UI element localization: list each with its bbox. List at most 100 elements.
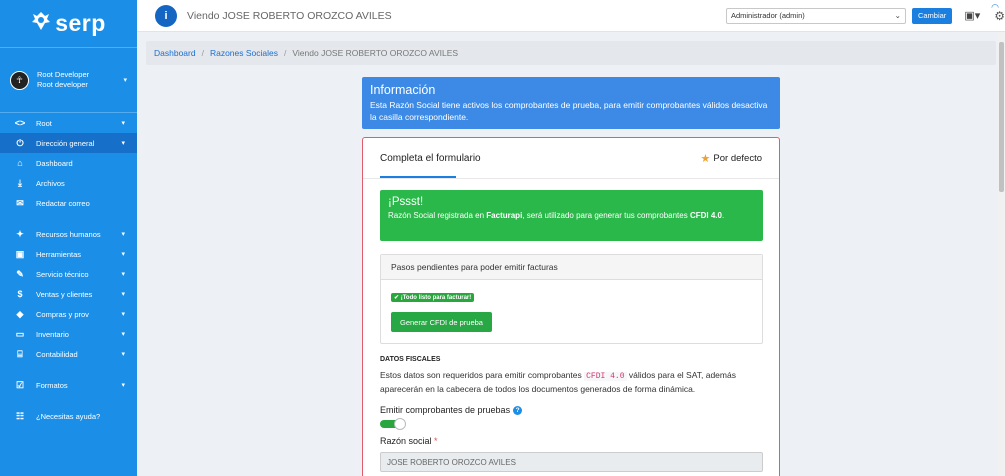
sidebar: serp ☥ Root Developer Root developer ▾ <…: [0, 0, 137, 476]
sidebar-item-ventas-y-clientes[interactable]: $ Ventas y clientes ▾: [0, 284, 137, 304]
razon-social-input[interactable]: JOSE ROBERTO OROZCO AVILES: [380, 452, 763, 472]
sidebar-item-label: Redactar correo: [36, 198, 90, 208]
sidebar-item-label: Contabilidad: [36, 349, 78, 359]
sidebar-icon: ✉: [16, 197, 24, 208]
info-alert: Información Esta Razón Social tiene acti…: [362, 77, 780, 129]
info-icon[interactable]: i: [155, 4, 177, 27]
sidebar-item-label: Compras y prov: [36, 309, 89, 319]
card-header: Completa el formulario ★ Por defecto: [363, 138, 779, 178]
sidebar-item-archivos[interactable]: ⤓ Archivos: [0, 173, 137, 193]
avatar: ☥: [10, 70, 29, 90]
chevron-down-icon: ▾: [121, 251, 125, 258]
success-alert: ¡Pssst! Razón Social registrada en Factu…: [380, 190, 763, 241]
scrollbar-thumb[interactable]: [999, 42, 1004, 192]
sidebar-item-label: Servicio técnico: [36, 269, 89, 279]
divider: [363, 178, 779, 179]
success-text-end: .: [721, 211, 725, 220]
success-text-facturapi: Facturapi: [486, 211, 523, 220]
breadcrumb-dashboard[interactable]: Dashboard: [154, 48, 196, 58]
sidebar-item-label: Ventas y clientes: [36, 289, 93, 299]
breadcrumb-separator: /: [201, 48, 204, 58]
fiscal-description: Estos datos son requeridos para emitir c…: [380, 369, 765, 396]
sidebar-item-label: Dashboard: [36, 158, 73, 168]
success-text: Razón Social registrada en Facturapi, se…: [388, 210, 755, 222]
fiscal-text-pre: Estos datos son requeridos para emitir c…: [380, 370, 585, 380]
role-select[interactable]: Administrador (admin) ⌄: [725, 7, 906, 24]
sidebar-item-label: Formatos: [36, 380, 68, 390]
sidebar-item-contabilidad[interactable]: ⌸ Contabilidad ▾: [0, 344, 137, 364]
breadcrumb-separator: /: [284, 48, 287, 58]
tab-completa-formulario[interactable]: Completa el formulario: [380, 138, 481, 178]
sidebar-icon: ⌸: [17, 348, 23, 359]
sidebar-item-dirección-general[interactable]: ⏻ Dirección general ▾: [0, 133, 137, 153]
razon-social-label: Razón social *: [380, 436, 438, 446]
user-menu[interactable]: ☥ Root Developer Root developer ▾: [0, 47, 137, 113]
cambiar-button[interactable]: Cambiar: [911, 7, 953, 24]
emit-test-toggle[interactable]: [380, 418, 406, 430]
sidebar-item-root[interactable]: <> Root ▾: [0, 113, 137, 133]
default-toggle[interactable]: ★ Por defecto: [701, 152, 762, 165]
page-scrollbar[interactable]: [998, 32, 1005, 476]
star-icon: ★: [700, 152, 711, 165]
success-title: ¡Pssst!: [388, 196, 424, 208]
pending-steps-panel: Pasos pendientes para poder emitir factu…: [380, 254, 763, 344]
chevron-down-icon: ▾: [121, 382, 125, 389]
breadcrumb-razones-sociales[interactable]: Razones Sociales: [210, 48, 278, 58]
sidebar-item-label: Dirección general: [36, 138, 95, 148]
sidebar-icon: ✎: [16, 268, 24, 279]
brand-name: serp: [55, 10, 106, 36]
sidebar-item-label: Root: [36, 118, 52, 128]
sidebar-icon: ⏻: [16, 137, 24, 148]
sidebar-icon: ▣: [15, 248, 25, 259]
help-icon[interactable]: ?: [513, 405, 523, 415]
sidebar-icon: ☑: [15, 379, 25, 390]
breadcrumb: Dashboard / Razones Sociales / Viendo JO…: [146, 41, 996, 65]
sidebar-nav: <> Root ▾ ⏻ Dirección general ▾ ⌂ Dashboard ⤓ Arc…: [0, 113, 137, 426]
success-text-cfdi: CFDI 4.0: [689, 211, 722, 220]
user-name: Root Developer: [37, 70, 90, 79]
info-alert-text: Esta Razón Social tiene activos los comp…: [370, 100, 768, 122]
sidebar-item-inventario[interactable]: ▭ Inventario ▾: [0, 324, 137, 344]
toggle-knob: [394, 418, 406, 430]
chevron-down-icon: ▾: [121, 231, 125, 238]
sidebar-icon: ⌂: [17, 158, 23, 168]
brand-logo[interactable]: serp: [0, 0, 137, 47]
sidebar-item-herramientas[interactable]: ▣ Herramientas ▾: [0, 244, 137, 264]
fiscal-heading: DATOS FISCALES: [380, 356, 441, 363]
ready-badge: ✔ ¡Todo listo para facturar!: [391, 293, 475, 302]
sidebar-icon: ◆: [16, 308, 24, 319]
generate-cfdi-button[interactable]: Generar CFDI de prueba: [391, 312, 492, 332]
chevron-down-icon: ▾: [123, 77, 127, 84]
default-label: Por defecto: [713, 152, 762, 164]
seal-icon: [31, 10, 51, 38]
pending-steps-title: Pasos pendientes para poder emitir factu…: [381, 255, 762, 280]
profile-card-icon[interactable]: ▣▾: [964, 9, 980, 22]
sidebar-item-redactar-correo[interactable]: ✉ Redactar correo: [0, 193, 137, 213]
sidebar-icon: $: [17, 289, 23, 299]
sidebar-item-recursos-humanos[interactable]: ✦ Recursos humanos ▾: [0, 224, 137, 244]
role-select-value: Administrador (admin): [730, 11, 805, 20]
fiscal-code: CFDI 4.0: [584, 372, 627, 381]
chevron-down-icon: ▾: [121, 120, 125, 127]
chevron-down-icon: ▾: [121, 351, 125, 358]
sidebar-item-servicio-técnico[interactable]: ✎ Servicio técnico ▾: [0, 264, 137, 284]
info-alert-title: Información: [370, 83, 436, 97]
emit-test-label: Emitir comprobantes de pruebas ?: [380, 405, 523, 415]
sidebar-item-compras-y-prov[interactable]: ◆ Compras y prov ▾: [0, 304, 137, 324]
success-text-pre: Razón Social registrada en: [388, 211, 487, 220]
form-card: Completa el formulario ★ Por defecto ¡Ps…: [362, 137, 780, 476]
sidebar-item-label: Recursos humanos: [36, 229, 101, 239]
sidebar-icon: <>: [14, 118, 26, 128]
razon-social-label-text: Razón social: [380, 436, 432, 446]
chevron-down-icon: ▾: [121, 311, 125, 318]
emit-test-label-text: Emitir comprobantes de pruebas: [380, 405, 511, 415]
chevron-down-icon: ▾: [121, 291, 125, 298]
topbar: i Viendo JOSE ROBERTO OROZCO AVILES Admi…: [137, 0, 1005, 32]
sidebar-item-formatos[interactable]: ☑ Formatos ▾: [0, 375, 137, 395]
sidebar-item-label: Herramientas: [36, 249, 82, 259]
user-role: Root developer: [37, 80, 88, 89]
chevron-down-icon: ▾: [121, 331, 125, 338]
sidebar-item-necesitas-ayuda[interactable]: ☷ ¿Necesitas ayuda?: [0, 406, 137, 426]
sidebar-icon: ▭: [15, 328, 25, 339]
sidebar-item-dashboard[interactable]: ⌂ Dashboard: [0, 153, 137, 173]
